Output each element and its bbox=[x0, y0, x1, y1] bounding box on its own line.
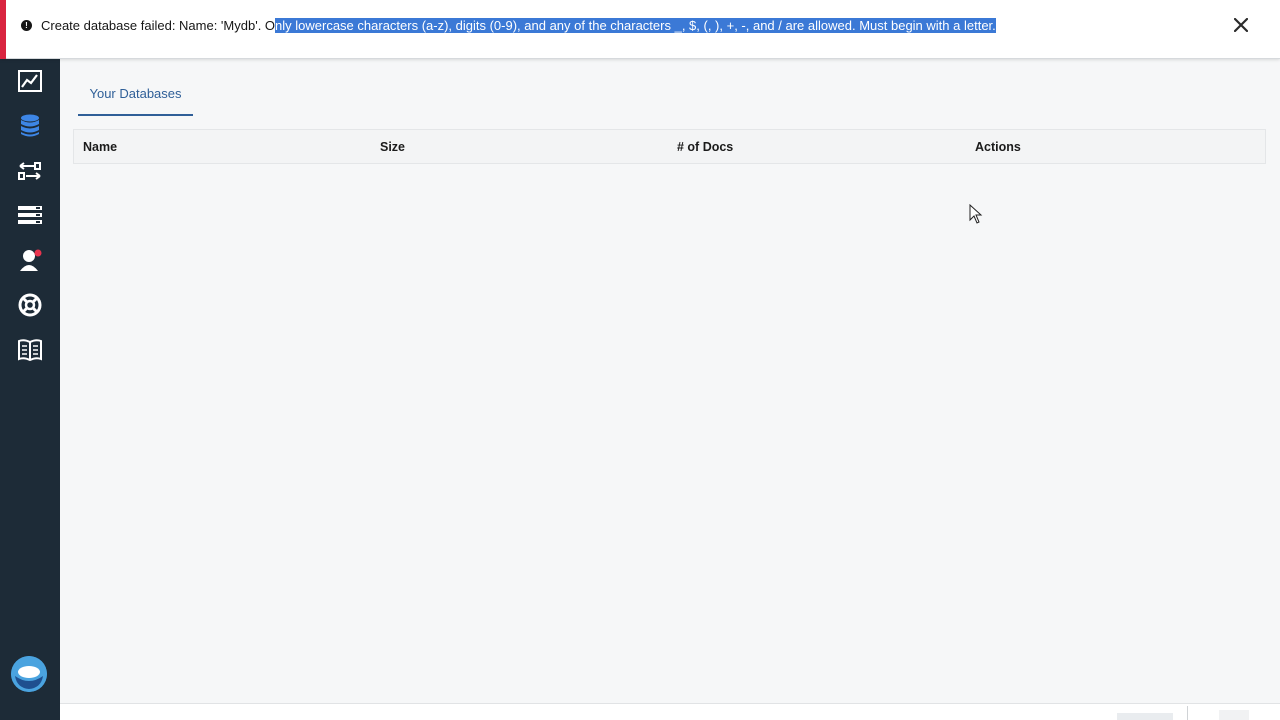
mouse-cursor-icon bbox=[969, 203, 983, 229]
databases-icon[interactable] bbox=[17, 113, 43, 139]
footer-control-secondary bbox=[1219, 710, 1249, 720]
error-message: Create database failed: Name: 'Mydb'. On… bbox=[41, 17, 996, 34]
footer-control bbox=[1117, 713, 1173, 720]
error-message-prefix: Create database failed: Name: 'Mydb'. O bbox=[41, 18, 276, 33]
column-header-size[interactable]: Size bbox=[380, 140, 405, 154]
account-icon[interactable] bbox=[17, 247, 43, 273]
column-header-actions: Actions bbox=[975, 140, 1021, 154]
sidebar bbox=[0, 59, 60, 720]
monitoring-icon[interactable] bbox=[17, 68, 43, 94]
cloudant-logo[interactable] bbox=[11, 656, 47, 692]
support-icon[interactable] bbox=[17, 292, 43, 318]
footer-divider bbox=[1187, 706, 1188, 720]
replication-icon[interactable] bbox=[17, 158, 43, 184]
error-icon: ! bbox=[21, 20, 32, 31]
documentation-icon[interactable] bbox=[17, 337, 43, 363]
main-content: Your Databases Name Size # of Docs Actio… bbox=[60, 59, 1280, 720]
error-notification: ! Create database failed: Name: 'Mydb'. … bbox=[0, 0, 1280, 59]
column-header-docs[interactable]: # of Docs bbox=[677, 140, 733, 154]
column-header-name[interactable]: Name bbox=[83, 140, 117, 154]
tab-your-databases[interactable]: Your Databases bbox=[78, 73, 193, 116]
databases-table-header: Name Size # of Docs Actions bbox=[73, 129, 1266, 164]
error-message-selected-text: nly lowercase characters (a-z), digits (… bbox=[275, 18, 996, 33]
active-tasks-icon[interactable] bbox=[17, 202, 43, 228]
close-icon[interactable] bbox=[1229, 13, 1253, 37]
footer-bar bbox=[60, 703, 1280, 720]
error-stripe bbox=[0, 0, 6, 59]
